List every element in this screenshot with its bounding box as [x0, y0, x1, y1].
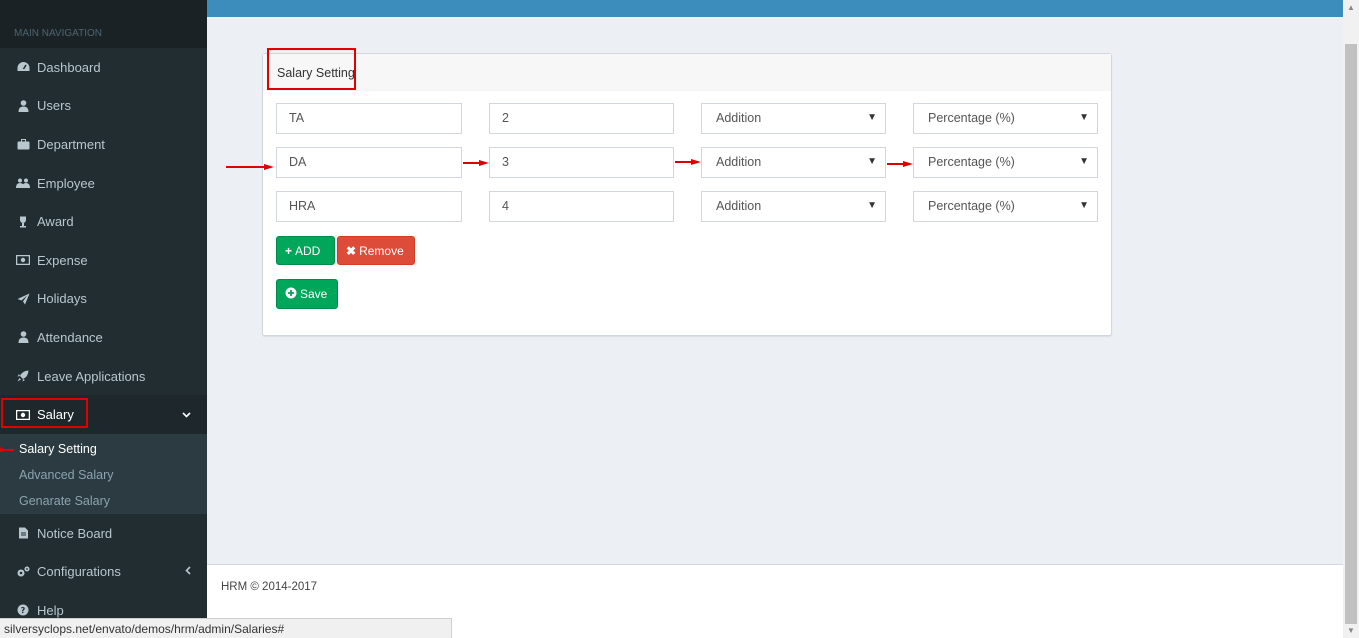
component-name-input[interactable]: HRA — [276, 191, 462, 222]
add-button[interactable]: + ADD — [276, 236, 335, 265]
users-icon — [16, 176, 30, 190]
sidebar-item-salary[interactable]: Salary — [0, 395, 207, 434]
plus-icon: + — [285, 243, 293, 258]
caret-down-icon: ▼ — [867, 112, 877, 123]
panel-header: Salary Setting — [263, 54, 1111, 91]
chevron-left-icon — [185, 566, 191, 578]
footer-copyright: HRM © 2014-2017 — [221, 581, 318, 593]
sidebar-item-department[interactable]: Department — [0, 125, 207, 164]
select-value: Addition — [716, 111, 762, 125]
select-value: Addition — [716, 155, 762, 169]
submenu-item-salary-setting[interactable]: Salary Setting — [0, 436, 207, 462]
submenu-item-genarate-salary[interactable]: Genarate Salary — [0, 488, 207, 514]
remove-button-label: Remove — [359, 243, 404, 258]
component-unit-select[interactable]: Percentage (%) ▼ — [913, 147, 1098, 178]
component-value-input[interactable]: 3 — [489, 147, 674, 178]
svg-text:?: ? — [21, 606, 26, 615]
briefcase-icon — [16, 137, 30, 151]
save-button-label: Save — [300, 287, 328, 301]
scroll-down-icon[interactable]: ▼ — [1347, 626, 1355, 635]
select-value: Percentage (%) — [928, 111, 1015, 125]
caret-down-icon: ▼ — [867, 200, 877, 211]
sidebar-item-label: Expense — [37, 252, 88, 268]
sidebar-item-label: Dashboard — [37, 59, 101, 75]
gears-icon — [16, 565, 30, 579]
sidebar-item-attendance[interactable]: Attendance — [0, 318, 207, 357]
chevron-down-icon — [182, 409, 191, 421]
sidebar-item-label: Employee — [37, 175, 95, 191]
dashboard-icon — [16, 60, 30, 74]
component-type-select[interactable]: Addition ▼ — [701, 103, 886, 134]
paper-plane-icon — [16, 292, 30, 306]
scroll-up-icon[interactable]: ▲ — [1347, 3, 1355, 12]
component-name-input[interactable]: DA — [276, 147, 462, 178]
sidebar-item-label: Notice Board — [37, 525, 113, 541]
times-icon: ✖ — [346, 243, 357, 258]
annotation-arrow — [463, 160, 489, 166]
caret-down-icon: ▼ — [867, 156, 877, 167]
select-value: Percentage (%) — [928, 199, 1015, 213]
sidebar-item-leave-applications[interactable]: Leave Applications — [0, 357, 207, 396]
caret-down-icon: ▼ — [1079, 156, 1089, 167]
annotation-arrow — [887, 161, 913, 167]
sidebar-item-label: Leave Applications — [37, 368, 146, 384]
sidebar-item-label: Award — [37, 214, 74, 230]
component-type-select[interactable]: Addition ▼ — [701, 147, 886, 178]
sidebar-item-award[interactable]: Award — [0, 202, 207, 241]
sidebar-item-holidays[interactable]: Holidays — [0, 280, 207, 319]
sidebar-item-dashboard[interactable]: Dashboard — [0, 48, 207, 87]
sidebar-item-label: Help — [37, 602, 64, 618]
component-unit-select[interactable]: Percentage (%) ▼ — [913, 191, 1098, 222]
remove-button[interactable]: ✖ Remove — [337, 236, 415, 265]
annotation-arrow-salary-setting — [0, 447, 14, 452]
sidebar-item-label: Department — [37, 136, 105, 152]
salary-submenu: Salary Setting Advanced Salary Genarate … — [0, 433, 207, 514]
plus-circle-icon — [285, 287, 297, 302]
sidebar-item-label: Holidays — [37, 291, 87, 307]
sidebar-item-label: Attendance — [37, 329, 103, 345]
select-value: Addition — [716, 199, 762, 213]
rocket-icon — [16, 369, 30, 383]
money-icon — [16, 408, 30, 422]
sidebar: MAIN NAVIGATION Dashboard Users Departme… — [0, 0, 207, 638]
submenu-item-advanced-salary[interactable]: Advanced Salary — [0, 462, 207, 488]
sidebar-item-label: Configurations — [37, 564, 121, 580]
user-icon — [16, 330, 30, 344]
sidebar-item-label: Salary — [37, 407, 74, 423]
top-navbar — [207, 0, 1343, 17]
sidebar-header: MAIN NAVIGATION — [0, 0, 207, 48]
trophy-icon — [16, 215, 30, 229]
component-value-input[interactable]: 4 — [489, 191, 674, 222]
component-name-input[interactable]: TA — [276, 103, 462, 134]
sidebar-item-expense[interactable]: Expense — [0, 241, 207, 280]
sidebar-item-users[interactable]: Users — [0, 87, 207, 126]
component-unit-select[interactable]: Percentage (%) ▼ — [913, 103, 1098, 134]
component-type-select[interactable]: Addition ▼ — [701, 191, 886, 222]
caret-down-icon: ▼ — [1079, 112, 1089, 123]
scrollbar-thumb[interactable] — [1345, 44, 1357, 624]
sidebar-item-label: Users — [37, 98, 71, 114]
annotation-arrow — [226, 164, 274, 170]
caret-down-icon: ▼ — [1079, 200, 1089, 211]
add-button-label: ADD — [295, 243, 321, 258]
sidebar-item-configurations[interactable]: Configurations — [0, 553, 207, 592]
status-url: silversyclops.net/envato/demos/hrm/admin… — [0, 618, 452, 638]
component-value-input[interactable]: 2 — [489, 103, 674, 134]
vertical-scrollbar[interactable]: ▲ ▼ — [1343, 0, 1359, 638]
annotation-arrow — [675, 159, 701, 165]
question-icon: ? — [16, 603, 30, 617]
sidebar-item-employee[interactable]: Employee — [0, 164, 207, 203]
save-button[interactable]: Save — [276, 279, 338, 309]
money-icon — [16, 253, 30, 267]
select-value: Percentage (%) — [928, 155, 1015, 169]
user-icon — [16, 99, 30, 113]
file-icon — [16, 526, 30, 540]
sidebar-item-notice-board[interactable]: Notice Board — [0, 514, 207, 553]
panel-title: Salary Setting — [277, 66, 355, 80]
